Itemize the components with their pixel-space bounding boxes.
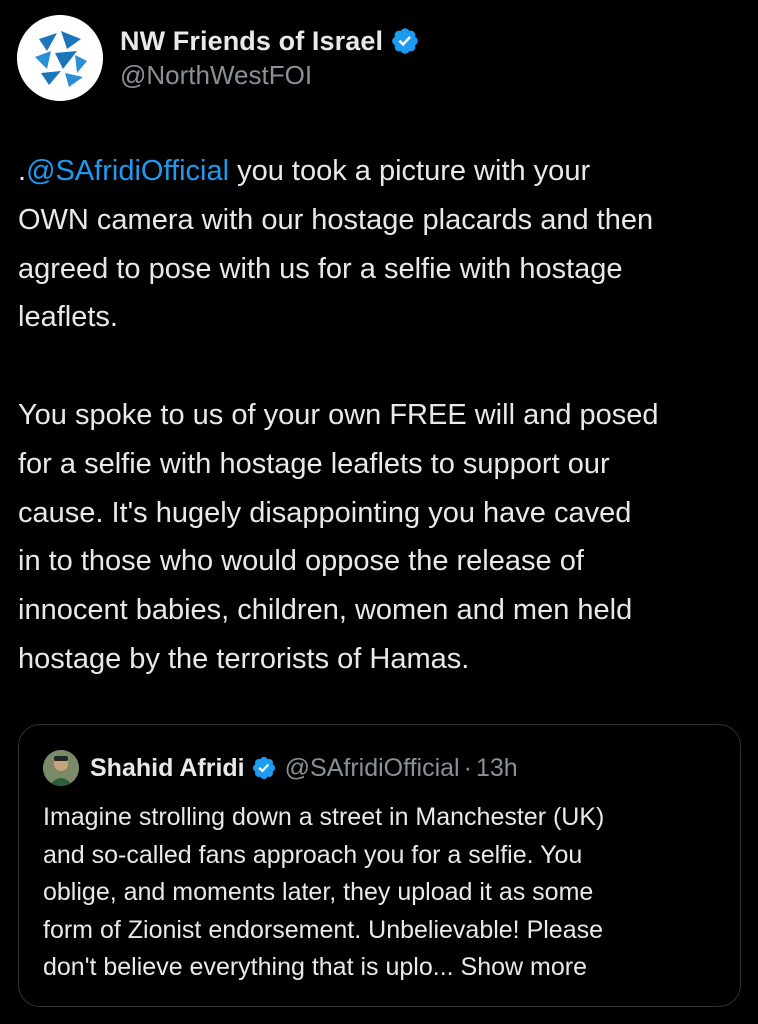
quoted-line: form of Zionist endorsement. Unbelievabl… (43, 915, 604, 944)
tweet-line: in to those who would oppose the release… (18, 545, 584, 578)
dot-separator: · (463, 753, 472, 782)
nwfoi-logo-icon (17, 15, 103, 101)
quoted-line: and so-called fans approach you for a se… (43, 840, 583, 869)
quoted-tweet-card[interactable]: Shahid Afridi @SAfridiOfficial · 13h Ima… (18, 724, 741, 1007)
author-avatar[interactable] (17, 15, 103, 101)
mention-prefix: . (18, 155, 27, 187)
tweet-line: agreed to pose with us for a selfie with… (18, 252, 623, 285)
quoted-author-avatar[interactable] (43, 750, 79, 786)
quoted-line: Imagine strolling down a street in Manch… (43, 803, 605, 831)
quoted-line: don't believe everything that is uplo...… (43, 949, 723, 987)
tweet-line: cause. It's hugely disappointing you hav… (18, 496, 632, 529)
tweet-line: for a selfie with hostage leaflets to su… (18, 447, 610, 480)
quoted-timestamp[interactable]: 13h (476, 754, 518, 783)
tweet-text: .@SAfridiOfficial you took a picture wit… (18, 147, 748, 684)
verified-badge-icon (392, 28, 418, 54)
mention-link[interactable]: @SAfridiOfficial (26, 155, 229, 187)
author-block: NW Friends of Israel @NorthWestFOI (120, 24, 420, 91)
tweet-line: You spoke to us of your own FREE will an… (18, 398, 659, 431)
tweet-line: innocent babies, children, women and men… (18, 594, 633, 627)
author-display-name[interactable]: NW Friends of Israel (120, 26, 383, 57)
tweet-line: hostage by the terrorists of Hamas. (18, 642, 470, 675)
tweet-line: .@SAfridiOfficial you took a picture wit… (18, 147, 748, 196)
person-photo-icon (43, 750, 79, 786)
quoted-truncated-text: don't believe everything that is uplo... (43, 953, 454, 981)
tweet: NW Friends of Israel @NorthWestFOI .@SAf… (0, 0, 758, 1024)
show-more-link[interactable]: Show more (454, 953, 587, 981)
author-handle[interactable]: @NorthWestFOI (120, 60, 420, 91)
tweet-line: leaflets. (18, 301, 118, 334)
tweet-line: OWN camera with our hostage placards and… (18, 203, 654, 236)
quoted-line: oblige, and moments later, they upload i… (43, 878, 594, 906)
quoted-author-name[interactable]: Shahid Afridi (90, 754, 245, 783)
verified-badge-icon (252, 756, 275, 780)
quoted-author-handle[interactable]: @SAfridiOfficial (285, 754, 460, 783)
quoted-tweet-text: Imagine strolling down a street in Manch… (43, 799, 723, 987)
quoted-tweet-header: Shahid Afridi @SAfridiOfficial · 13h (43, 750, 518, 786)
tweet-text-segment: you took a picture with your (229, 155, 591, 187)
